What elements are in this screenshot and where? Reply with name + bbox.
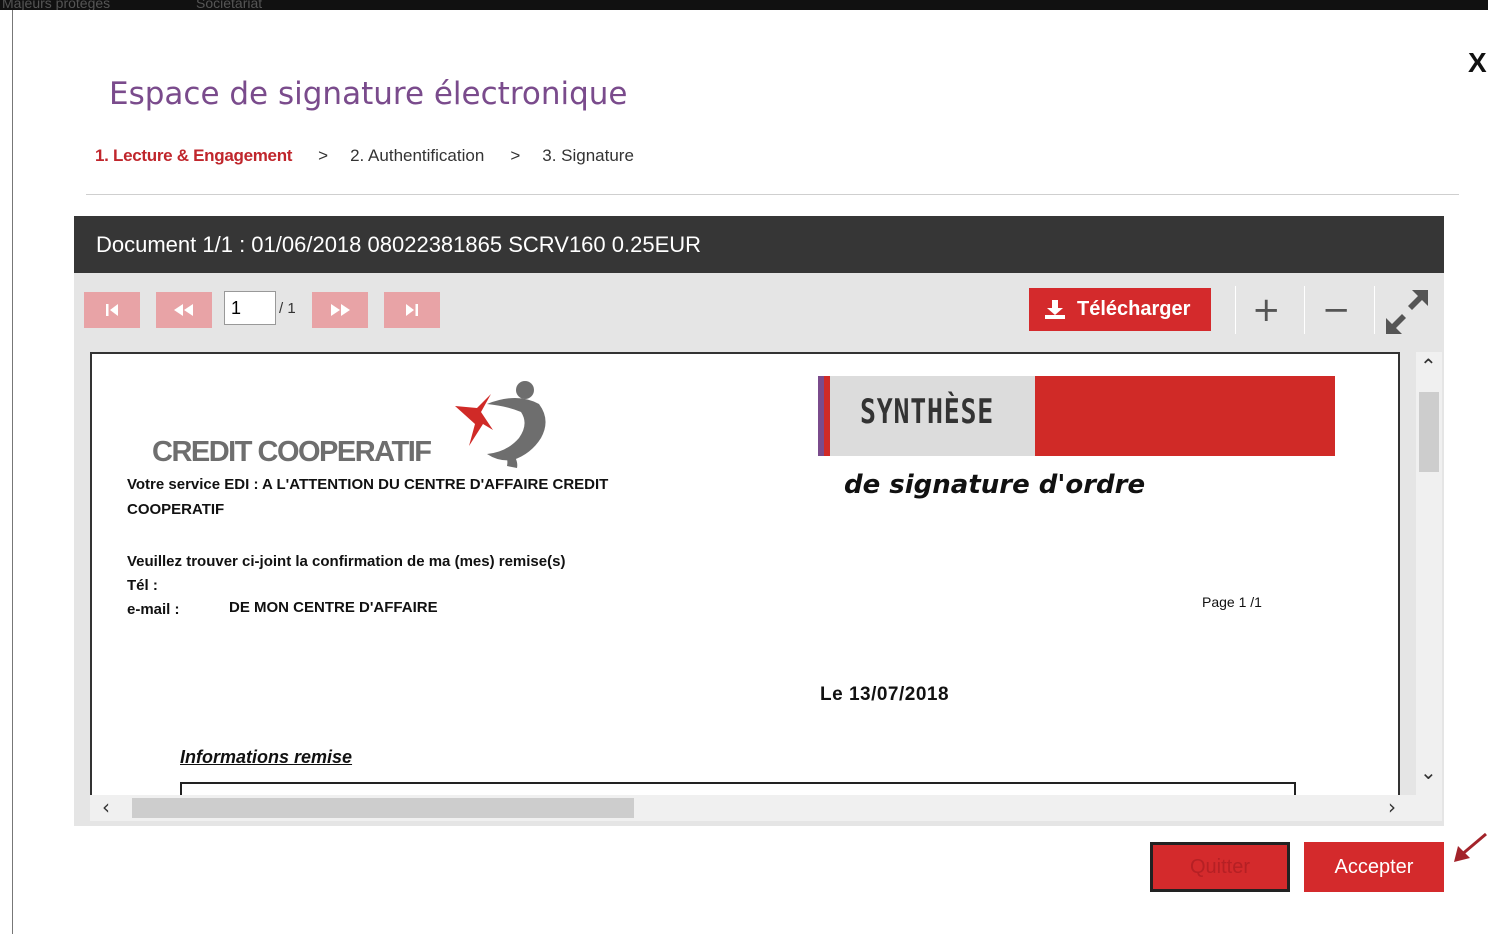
expand-icon[interactable] — [1382, 288, 1432, 336]
step-separator: > — [510, 146, 521, 165]
email-label: e-mail : — [127, 601, 180, 618]
first-page-button[interactable] — [84, 292, 140, 328]
pointer-arrow-icon — [1454, 832, 1487, 862]
modal-title: Espace de signature électronique — [109, 76, 628, 112]
toolbar-divider — [1235, 286, 1236, 334]
header-divider — [86, 194, 1459, 195]
toolbar-divider — [1374, 286, 1375, 334]
download-button[interactable]: Télécharger — [1029, 288, 1211, 331]
first-page-icon — [106, 304, 118, 316]
section-title: Informations remise — [180, 747, 353, 767]
step-signature: 3. Signature — [542, 146, 634, 165]
email-value: DE MON CENTRE D'AFFAIRE — [229, 599, 438, 616]
zoom-out-button[interactable]: − — [1322, 290, 1351, 330]
document-viewer: Document 1/1 : 01/06/2018 08022381865 SC… — [74, 216, 1444, 826]
info-table — [180, 782, 1296, 795]
vertical-scrollbar[interactable]: ⌃ ⌄ — [1416, 352, 1442, 795]
step-breadcrumb: 1. Lecture & Engagement >2. Authentificat… — [95, 146, 634, 166]
document-page[interactable]: CREDIT COOPERATIF Votre service EDI : A … — [90, 352, 1400, 795]
step-authentification: 2. Authentification — [350, 146, 485, 165]
toolbar-divider — [1304, 286, 1305, 334]
previous-page-button[interactable] — [156, 292, 212, 328]
credit-cooperatif-logo: CREDIT COOPERATIF — [152, 436, 432, 468]
scroll-down-icon[interactable]: ⌄ — [1420, 762, 1437, 782]
synthese-subtitle: de signature d'ordre — [844, 470, 1146, 500]
banner-title-box: SYNTHÈSE — [830, 376, 1035, 456]
scroll-up-icon[interactable]: ⌃ — [1420, 356, 1437, 376]
last-page-button[interactable] — [384, 292, 440, 328]
synthese-banner: SYNTHÈSE — [818, 376, 1335, 456]
download-icon — [1045, 300, 1065, 319]
page-indicator: Page 1 /1 — [1202, 594, 1262, 610]
document-date: Le 13/07/2018 — [820, 684, 950, 705]
page-number-input[interactable] — [224, 291, 276, 325]
horizontal-scrollbar[interactable]: ‹ › — [90, 795, 1442, 821]
step-separator: > — [318, 146, 329, 165]
step-lecture-engagement: 1. Lecture & Engagement — [95, 146, 293, 165]
tel-label: Tél : — [127, 577, 158, 594]
accept-button[interactable]: Accepter — [1304, 842, 1444, 892]
background-nav-strip: Majeurs protégés Sociétariat — [0, 0, 1488, 10]
scroll-right-icon[interactable]: › — [1388, 797, 1396, 817]
fast-forward-icon — [331, 304, 350, 316]
document-title: Document 1/1 : 01/06/2018 08022381865 SC… — [74, 216, 1444, 273]
service-line-cont: COOPERATIF — [127, 501, 225, 518]
next-page-button[interactable] — [312, 292, 368, 328]
horizontal-scroll-thumb[interactable] — [132, 798, 634, 818]
zoom-in-button[interactable]: + — [1252, 290, 1281, 330]
banner-stripe — [818, 376, 824, 456]
service-line: Votre service EDI : A L'ATTENTION DU CEN… — [127, 476, 609, 493]
scroll-left-icon[interactable]: ‹ — [102, 797, 110, 817]
background-page-edge — [0, 10, 13, 934]
vertical-scroll-thumb[interactable] — [1419, 392, 1439, 472]
confirmation-line: Veuillez trouver ci-joint la confirmatio… — [127, 553, 566, 570]
download-label: Télécharger — [1077, 298, 1191, 320]
last-page-icon — [406, 304, 418, 316]
close-icon[interactable]: X — [1468, 48, 1487, 78]
rewind-icon — [174, 304, 193, 316]
synthese-title: SYNTHÈSE — [860, 392, 994, 432]
page-total: / 1 — [279, 300, 296, 317]
background-nav-item: Majeurs protégés — [2, 0, 111, 10]
background-nav-item: Sociétariat — [196, 0, 263, 10]
credit-cooperatif-logo-icon — [455, 381, 546, 468]
quit-button[interactable]: Quitter — [1150, 842, 1290, 892]
